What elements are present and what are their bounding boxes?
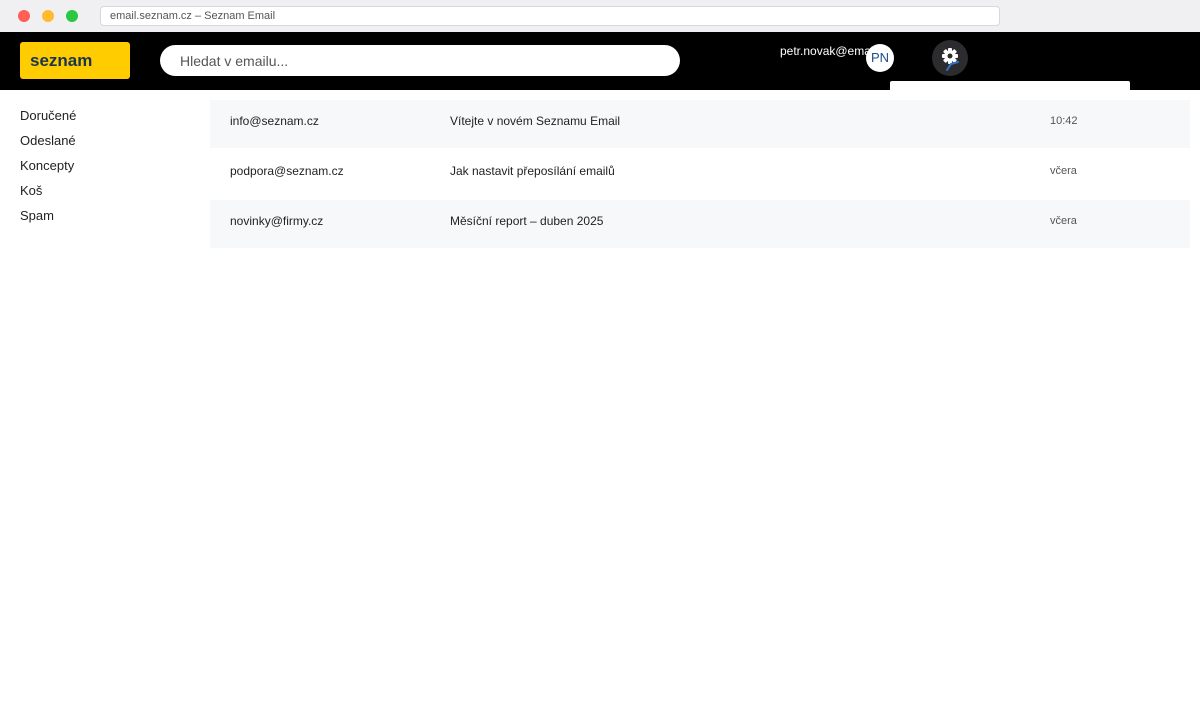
app-header: seznam petr.novak@email.cz PN (0, 32, 1200, 90)
settings-dropdown (890, 81, 1130, 90)
maximize-window-button[interactable] (66, 10, 78, 22)
table-row[interactable]: podpora@seznam.cz Jak nastavit přeposílá… (210, 150, 1190, 198)
message-subject: Měsíční report – duben 2025 (450, 214, 604, 228)
sidebar-item-sent[interactable]: Odeslané (20, 133, 76, 148)
message-time: včera (1050, 215, 1077, 227)
message-sender: info@seznam.cz (230, 114, 319, 128)
user-email: petr.novak@email.cz (780, 44, 874, 58)
seznam-logo[interactable]: seznam (20, 42, 130, 79)
address-bar[interactable]: email.seznam.cz – Seznam Email (100, 6, 1000, 26)
gear-icon (942, 48, 959, 71)
table-row[interactable]: info@seznam.cz Vítejte v novém Seznamu E… (210, 100, 1190, 148)
message-time: včera (1050, 165, 1077, 177)
message-sender: novinky@firmy.cz (230, 214, 324, 228)
message-subject: Jak nastavit přeposílání emailů (450, 164, 615, 178)
settings-button[interactable] (932, 40, 968, 76)
table-row[interactable]: novinky@firmy.cz Měsíční report – duben … (210, 200, 1190, 248)
sidebar-item-drafts[interactable]: Koncepty (20, 158, 74, 173)
message-sender: podpora@seznam.cz (230, 164, 344, 178)
close-window-button[interactable] (18, 10, 30, 22)
search-input[interactable] (160, 45, 680, 76)
avatar[interactable]: PN (866, 44, 894, 72)
sidebar-item-trash[interactable]: Koš (20, 183, 42, 198)
browser-chrome: email.seznam.cz – Seznam Email (0, 0, 1200, 32)
message-time: 10:42 (1050, 115, 1078, 127)
message-subject: Vítejte v novém Seznamu Email (450, 114, 621, 128)
minimize-window-button[interactable] (42, 10, 54, 22)
sidebar-item-spam[interactable]: Spam (20, 208, 54, 223)
sidebar-item-inbox[interactable]: Doručené (20, 108, 76, 123)
